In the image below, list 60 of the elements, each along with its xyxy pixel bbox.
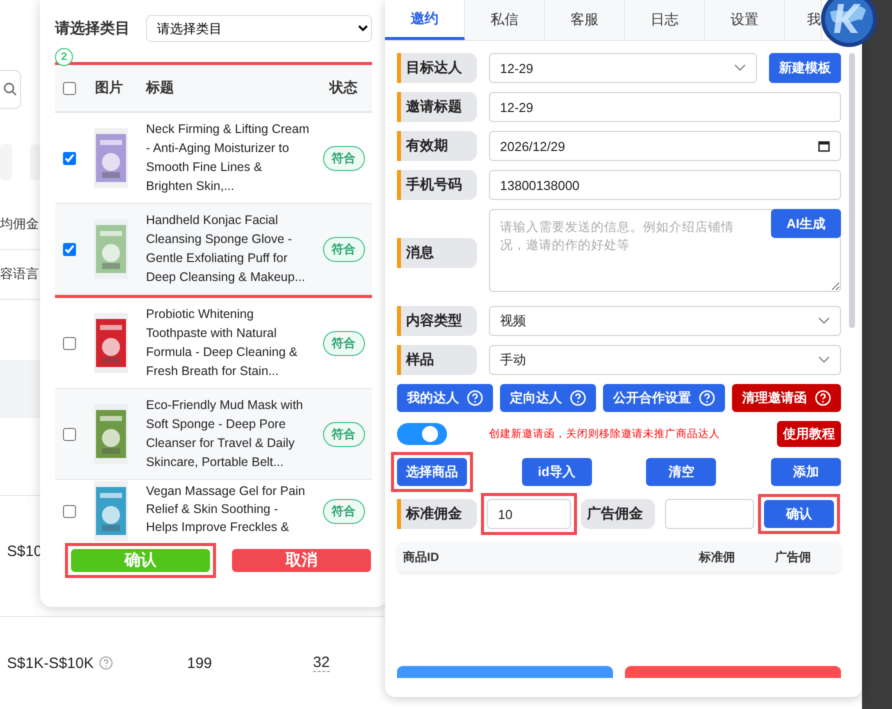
field-label: 内容类型 — [397, 306, 477, 336]
table-cell: 199 — [187, 654, 212, 672]
column-header: 商品ID — [403, 548, 440, 566]
category-select[interactable]: 请选择类目 — [146, 14, 372, 42]
tab[interactable]: 私信 — [465, 0, 545, 40]
new-template-button[interactable]: 新建模板 — [769, 53, 841, 83]
column-header: 图片 — [95, 79, 124, 97]
product-title: Handheld Konjac Facial Cleansing Sponge Glove - Gentle Exfoliating Puff for Deep Cleansing & Makeup... — [146, 212, 306, 286]
status-tag: 符合 — [322, 236, 364, 262]
action-button[interactable]: 选择商品 — [397, 458, 467, 486]
toggle-note: 创建新邀请函，关闭则移除邀请未推广商品达人 — [489, 427, 721, 441]
status-tag: 符合 — [322, 422, 364, 446]
field-label: 目标达人 — [397, 53, 477, 83]
tab[interactable]: 设置 — [705, 0, 785, 40]
input-field[interactable]: 13800138000 — [489, 170, 841, 200]
product-title: Eco-Friendly Mud Mask with Soft Sponge - Deep Pore Cleanser for Travel & Daily Skincare, Portable Belt... — [146, 397, 304, 471]
product-title: Probiotic Whitening Toothpaste with Natural Formula - Deep Cleaning & Fresh Breath for Stain... — [146, 306, 298, 380]
cancel-button[interactable]: 取消 — [232, 549, 371, 572]
field-label: 消息 — [397, 238, 477, 268]
category-label: 请选择类目 — [55, 18, 130, 38]
field-label: 有效期 — [397, 131, 477, 161]
tutorial-button[interactable]: 使用教程 — [777, 421, 841, 447]
action-button[interactable]: 清空 — [646, 458, 716, 486]
status-tag: 符合 — [322, 330, 364, 356]
filter-label: 均佣金 — [0, 215, 39, 234]
table-cell: S$1K-S$10K — [7, 654, 94, 672]
field-label: 标准佣金 — [397, 499, 477, 529]
input-field[interactable]: 12-29 — [489, 92, 841, 122]
product-title: Vegan Massage Gel for Pain Relief & Skin Soothing - Helps Improve Freckles & — [146, 483, 306, 536]
product-title: Neck Firming & Lifting Cream - Anti-Aging Moisturizer to Smooth Fine Lines & Brighten Skin,... — [146, 121, 310, 195]
help-button[interactable]: 公开合作设置 — [603, 384, 725, 412]
status-tag: 符合 — [322, 498, 364, 524]
tab[interactable]: 日志 — [625, 0, 705, 40]
table-cell: 32 — [313, 654, 330, 672]
tab[interactable]: 我 — [785, 0, 822, 40]
help-button[interactable]: 我的达人 — [397, 384, 493, 412]
field-label: 邀请标题 — [397, 92, 477, 122]
step-marker: 2 — [55, 48, 73, 66]
column-header: 标准佣 — [699, 548, 736, 566]
help-button[interactable]: 定向达人 — [500, 384, 596, 412]
filter-label: 容语言 — [0, 265, 39, 284]
action-button[interactable]: 添加 — [770, 458, 841, 486]
tab[interactable]: 邀约 — [385, 0, 465, 40]
action-button[interactable]: id导入 — [522, 458, 592, 486]
field-label: 手机号码 — [397, 170, 477, 200]
select-field[interactable]: 视频 — [489, 306, 841, 336]
field-label: 广告佣金 — [581, 499, 655, 529]
column-header: 广告佣 — [775, 548, 812, 566]
field-label: 样品 — [397, 345, 477, 375]
ai-generate-button[interactable]: AI生成 — [771, 209, 841, 238]
confirm-button[interactable]: 确认 — [764, 500, 834, 528]
date-field[interactable]: 2026/12/29 — [489, 131, 841, 161]
select-field[interactable]: 12-29 — [489, 53, 757, 83]
column-header: 标题 — [146, 79, 175, 97]
select-field[interactable]: 手动 — [489, 345, 841, 375]
commission-field[interactable]: 10 — [487, 499, 571, 529]
help-button[interactable]: 清理邀请函 — [732, 384, 841, 412]
status-tag: 符合 — [322, 146, 364, 170]
tab[interactable]: 客服 — [545, 0, 625, 40]
column-header: 状态 — [330, 79, 358, 97]
